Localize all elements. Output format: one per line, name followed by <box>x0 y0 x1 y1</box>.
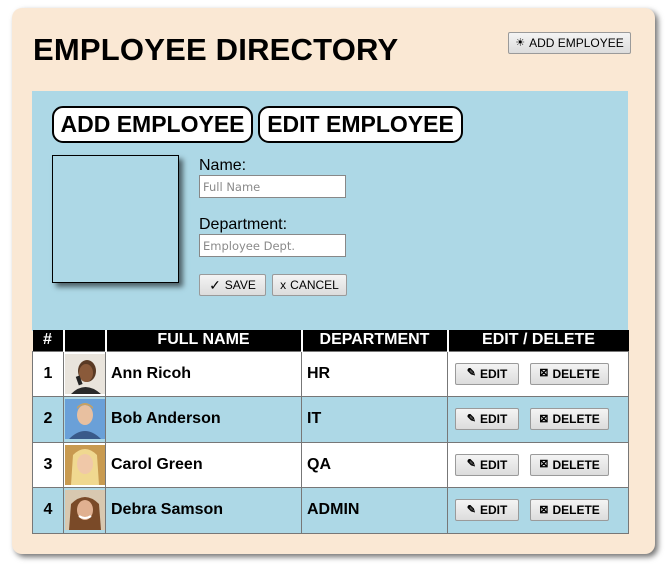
edit-button[interactable]: ✎ EDIT <box>455 453 519 476</box>
pencil-icon: ✎ <box>466 458 476 471</box>
employee-department: ADMIN <box>301 487 448 534</box>
delete-button-label: DELETE <box>552 366 600 381</box>
add-employee-button[interactable]: ☀ ADD EMPLOYEE <box>508 32 631 54</box>
delete-button[interactable]: ⊠ DELETE <box>530 362 609 385</box>
edit-button-label: EDIT <box>479 503 508 518</box>
row-actions: ✎ EDIT ⊠ DELETE <box>447 396 629 443</box>
delete-icon: ⊠ <box>539 503 549 516</box>
avatar-cell <box>63 487 106 534</box>
directory-panel: EMPLOYEE DIRECTORY ☀ ADD EMPLOYEE ADD EM… <box>12 8 655 554</box>
avatar <box>64 353 105 394</box>
column-header-photo <box>62 330 106 351</box>
edit-button-label: EDIT <box>479 457 508 472</box>
tab-add-employee[interactable]: ADD EMPLOYEE <box>52 106 253 143</box>
photo-placeholder[interactable] <box>52 155 179 283</box>
cancel-button[interactable]: x CANCEL <box>272 274 347 296</box>
delete-button[interactable]: ⊠ DELETE <box>530 499 609 522</box>
table-row: 2 Bob Anderson IT ✎ EDIT ⊠ DELETE <box>32 396 629 443</box>
edit-button[interactable]: ✎ EDIT <box>455 408 519 431</box>
department-label: Department: <box>199 216 288 233</box>
column-header-edit-delete: EDIT / DELETE <box>446 330 629 351</box>
edit-button[interactable]: ✎ EDIT <box>455 499 519 522</box>
pencil-icon: ✎ <box>466 367 476 380</box>
employee-name: Bob Anderson <box>105 396 302 443</box>
row-number: 4 <box>32 487 64 534</box>
column-header-department: DEPARTMENT <box>300 330 448 351</box>
employee-name: Carol Green <box>105 441 302 488</box>
add-employee-button-label: ADD EMPLOYEE <box>529 36 624 50</box>
sun-icon: ☀ <box>515 36 526 49</box>
avatar <box>64 490 105 531</box>
delete-button[interactable]: ⊠ DELETE <box>530 453 609 476</box>
edit-button-label: EDIT <box>479 366 508 381</box>
checkmark-icon: ✓ <box>209 277 221 293</box>
edit-button[interactable]: ✎ EDIT <box>455 362 519 385</box>
row-number: 1 <box>32 350 64 397</box>
avatar-cell <box>63 441 106 488</box>
delete-button[interactable]: ⊠ DELETE <box>530 408 609 431</box>
avatar-cell <box>63 350 106 397</box>
row-number: 3 <box>32 441 64 488</box>
save-button[interactable]: ✓ SAVE <box>199 274 266 296</box>
tab-edit-employee[interactable]: EDIT EMPLOYEE <box>258 106 463 143</box>
row-actions: ✎ EDIT ⊠ DELETE <box>447 487 629 534</box>
employee-name: Ann Ricoh <box>105 350 302 397</box>
employee-department: HR <box>301 350 448 397</box>
avatar-cell <box>63 396 106 443</box>
row-actions: ✎ EDIT ⊠ DELETE <box>447 441 629 488</box>
pencil-icon: ✎ <box>466 503 476 516</box>
avatar <box>64 399 105 440</box>
employee-table: # FULL NAME DEPARTMENT EDIT / DELETE 1 A… <box>32 330 629 534</box>
department-input[interactable] <box>199 234 346 257</box>
name-label: Name: <box>199 157 247 174</box>
delete-icon: ⊠ <box>539 458 549 471</box>
delete-button-label: DELETE <box>552 503 600 518</box>
pencil-icon: ✎ <box>466 412 476 425</box>
close-icon: x <box>280 278 287 292</box>
table-row: 3 Carol Green QA ✎ EDIT ⊠ DELETE <box>32 441 629 488</box>
row-actions: ✎ EDIT ⊠ DELETE <box>447 350 629 397</box>
edit-button-label: EDIT <box>479 412 508 427</box>
delete-button-label: DELETE <box>552 457 600 472</box>
row-number: 2 <box>32 396 64 443</box>
page-title: EMPLOYEE DIRECTORY <box>33 32 399 67</box>
avatar <box>64 444 105 485</box>
table-row: 1 Ann Ricoh HR ✎ EDIT ⊠ DELETE <box>32 350 629 397</box>
delete-icon: ⊠ <box>539 412 549 425</box>
column-header-full-name: FULL NAME <box>104 330 302 351</box>
employee-form-area: ADD EMPLOYEE EDIT EMPLOYEE Name: Departm… <box>32 91 628 331</box>
delete-icon: ⊠ <box>539 367 549 380</box>
employee-name: Debra Samson <box>105 487 302 534</box>
name-input[interactable] <box>199 175 346 198</box>
table-header-row: # FULL NAME DEPARTMENT EDIT / DELETE <box>32 330 629 351</box>
column-header-number: # <box>32 330 64 351</box>
delete-button-label: DELETE <box>552 412 600 427</box>
table-row: 4 Debra Samson ADMIN ✎ EDIT ⊠ DELETE <box>32 487 629 534</box>
employee-department: IT <box>301 396 448 443</box>
save-button-label: SAVE <box>224 278 256 292</box>
cancel-button-label: CANCEL <box>290 278 339 292</box>
employee-department: QA <box>301 441 448 488</box>
